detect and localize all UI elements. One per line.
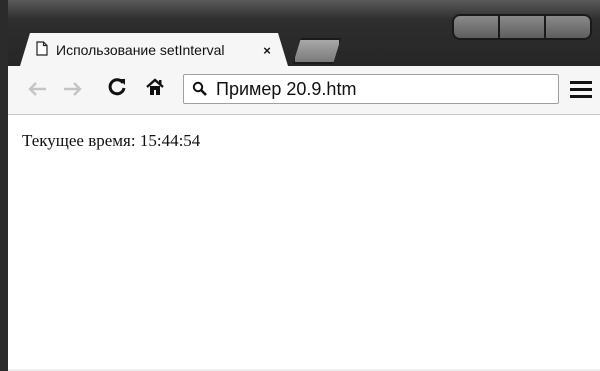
- new-tab-button[interactable]: [293, 38, 341, 64]
- toolbar: Пример 20.9.htm: [8, 66, 600, 115]
- forward-arrow-icon: [63, 77, 83, 103]
- current-time-value: 15:44:54: [139, 131, 201, 150]
- back-button[interactable]: [24, 76, 50, 104]
- page-content: Текущее время: 15:44:54: [8, 115, 600, 369]
- back-arrow-icon: [27, 77, 47, 103]
- window-controls: [452, 14, 592, 40]
- forward-button[interactable]: [60, 76, 86, 104]
- current-time-line: Текущее время: 15:44:54: [22, 131, 200, 151]
- minimize-button[interactable]: [454, 16, 500, 38]
- browser-window: Использование setInterval × Пример 20.9.…: [0, 0, 600, 371]
- reload-icon: [107, 77, 127, 103]
- close-window-button[interactable]: [546, 16, 590, 38]
- title-bar: Использование setInterval ×: [8, 0, 600, 66]
- home-button[interactable]: [142, 76, 168, 104]
- current-time-label: Текущее время:: [22, 131, 136, 150]
- menu-icon[interactable]: [570, 78, 592, 100]
- tab-title: Использование setInterval: [56, 42, 225, 58]
- address-bar[interactable]: Пример 20.9.htm: [183, 74, 559, 104]
- search-icon: [192, 81, 208, 97]
- home-icon: [145, 77, 165, 103]
- tab-active[interactable]: Использование setInterval ×: [20, 33, 288, 66]
- tab-close-button[interactable]: ×: [260, 43, 274, 58]
- document-icon: [36, 41, 48, 59]
- address-text: Пример 20.9.htm: [216, 78, 357, 99]
- maximize-button[interactable]: [500, 16, 546, 38]
- reload-button[interactable]: [104, 76, 130, 104]
